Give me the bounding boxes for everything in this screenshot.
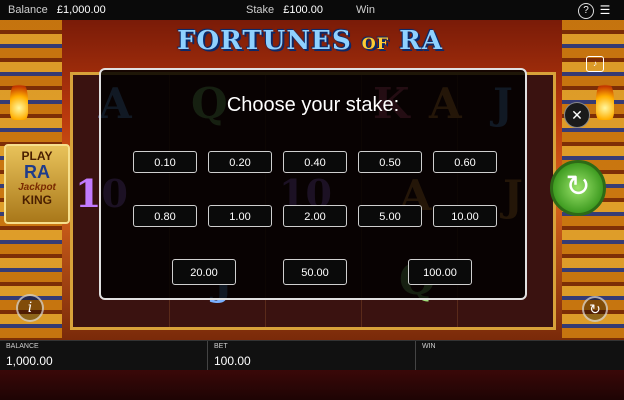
top-win: Win xyxy=(356,4,381,16)
stake-option-0-20[interactable]: 0.20 xyxy=(208,151,272,173)
stake-option-0-10[interactable]: 0.10 xyxy=(133,151,197,173)
sound-icon[interactable]: ♪ xyxy=(586,56,604,72)
bottom-bet-label: BET xyxy=(214,343,228,350)
bottom-bet-value: 100.00 xyxy=(214,354,251,368)
top-win-label: Win xyxy=(356,4,375,16)
bottom-bet: BET 100.00 xyxy=(208,341,416,371)
jackpot-line-king: KING xyxy=(22,193,52,207)
torch-icon xyxy=(596,80,614,120)
torch-icon xyxy=(10,80,28,120)
top-balance-label: Balance xyxy=(8,4,48,16)
game-logo: FORTUNES OF RA xyxy=(130,26,490,56)
info-button[interactable]: i xyxy=(16,294,44,322)
logo-word-ra: RA xyxy=(399,26,443,56)
logo-word-fortunes: FORTUNES xyxy=(177,26,352,56)
help-icon[interactable]: ? xyxy=(578,3,594,19)
top-balance-value: £1,000.00 xyxy=(56,4,106,16)
spin-button[interactable]: ↻ xyxy=(550,160,606,216)
stake-option-1-00[interactable]: 1.00 xyxy=(208,205,272,227)
top-bar: Balance £1,000.00 Stake £100.00 Win ? ☰ xyxy=(0,0,624,20)
bottom-balance-label: BALANCE xyxy=(6,343,39,350)
stake-option-10-00[interactable]: 10.00 xyxy=(433,205,497,227)
stake-option-5-00[interactable]: 5.00 xyxy=(358,205,422,227)
stake-dialog: Choose your stake: 0.10 0.20 0.40 0.50 0… xyxy=(99,68,527,300)
stake-option-0-60[interactable]: 0.60 xyxy=(433,151,497,173)
stake-option-20-00[interactable]: 20.00 xyxy=(172,259,236,285)
autoplay-button[interactable]: ↻ xyxy=(582,296,608,322)
stake-option-50-00[interactable]: 50.00 xyxy=(283,259,347,285)
stake-dialog-title: Choose your stake: xyxy=(226,94,400,116)
jackpot-king-badge[interactable]: PLAY RA Jackpot KING xyxy=(4,144,70,224)
bottom-win: WIN xyxy=(416,341,624,371)
bottom-win-label: WIN xyxy=(422,343,436,350)
bottom-balance: BALANCE 1,000.00 xyxy=(0,341,208,371)
top-stake-value: £100.00 xyxy=(283,4,323,16)
stake-option-2-00[interactable]: 2.00 xyxy=(283,205,347,227)
top-balance: Balance £1,000.00 xyxy=(8,4,106,16)
stake-option-0-50[interactable]: 0.50 xyxy=(358,151,422,173)
bottom-bar: BALANCE 1,000.00 BET 100.00 WIN xyxy=(0,340,624,371)
stake-option-0-40[interactable]: 0.40 xyxy=(283,151,347,173)
top-stake: Stake £100.00 xyxy=(246,4,323,16)
close-icon[interactable]: ✕ xyxy=(564,102,590,128)
logo-word-of: OF xyxy=(361,34,390,53)
footer-band xyxy=(0,370,624,400)
stake-option-0-80[interactable]: 0.80 xyxy=(133,205,197,227)
stake-option-100-00[interactable]: 100.00 xyxy=(408,259,472,285)
bottom-balance-value: 1,000.00 xyxy=(6,354,53,368)
menu-icon[interactable]: ☰ xyxy=(598,3,612,17)
jackpot-line-ra: RA xyxy=(24,162,50,182)
top-stake-label: Stake xyxy=(246,4,275,16)
